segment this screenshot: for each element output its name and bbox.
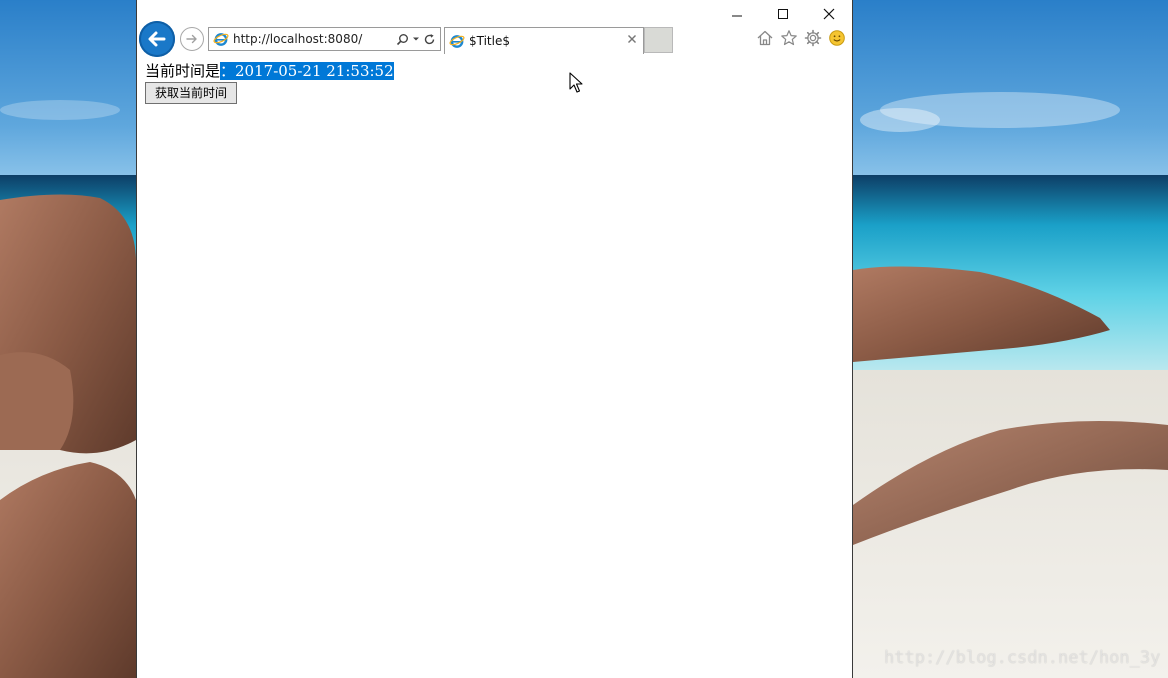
mouse-cursor-icon: [569, 72, 583, 93]
time-value-selected: ：2017-05-21 21:53:52: [220, 62, 394, 80]
new-tab-button[interactable]: [644, 27, 673, 53]
browser-toolbar: $Title$: [137, 20, 852, 57]
url-input[interactable]: [233, 32, 383, 46]
settings-button[interactable]: [804, 29, 822, 47]
forward-button[interactable]: [180, 27, 204, 51]
home-icon: [757, 30, 773, 46]
tab-title: $Title$: [469, 34, 510, 48]
address-tools: [396, 33, 440, 46]
refresh-icon: [424, 33, 435, 44]
forward-arrow-icon: [186, 34, 197, 44]
home-button[interactable]: [756, 29, 774, 47]
maximize-icon: [778, 9, 788, 19]
tab-active[interactable]: $Title$: [444, 27, 644, 54]
favorites-button[interactable]: [780, 29, 798, 47]
watermark-text: http://blog.csdn.net/hon_3y: [884, 648, 1161, 668]
tab-close-icon: [628, 35, 636, 43]
favorites-star-icon: [781, 30, 797, 46]
feedback-button[interactable]: [828, 29, 846, 47]
smiley-feedback-icon: [829, 30, 845, 46]
minimize-icon: [732, 15, 742, 17]
address-dropdown-button[interactable]: [412, 35, 420, 43]
refresh-button[interactable]: [423, 33, 436, 46]
command-icons: [756, 29, 846, 47]
search-button[interactable]: [396, 33, 409, 46]
search-icon: [396, 33, 408, 45]
get-current-time-button[interactable]: 获取当前时间: [145, 82, 238, 104]
page-content: 当前时间是：2017-05-21 21:53:52 获取当前时间: [145, 62, 394, 104]
ie-logo-icon: [213, 33, 229, 46]
tab-ie-icon: [449, 35, 465, 48]
address-bar: [208, 27, 441, 51]
settings-gear-icon: [804, 29, 822, 47]
current-time-line: 当前时间是：2017-05-21 21:53:52: [145, 62, 394, 81]
dropdown-icon: [413, 37, 419, 41]
back-arrow-icon: [148, 31, 166, 47]
back-button[interactable]: [139, 21, 175, 57]
close-icon: [823, 8, 835, 20]
tab-close-button[interactable]: [627, 33, 637, 48]
browser-window: $Title$: [136, 0, 853, 678]
time-label: 当前时间是: [145, 62, 221, 80]
